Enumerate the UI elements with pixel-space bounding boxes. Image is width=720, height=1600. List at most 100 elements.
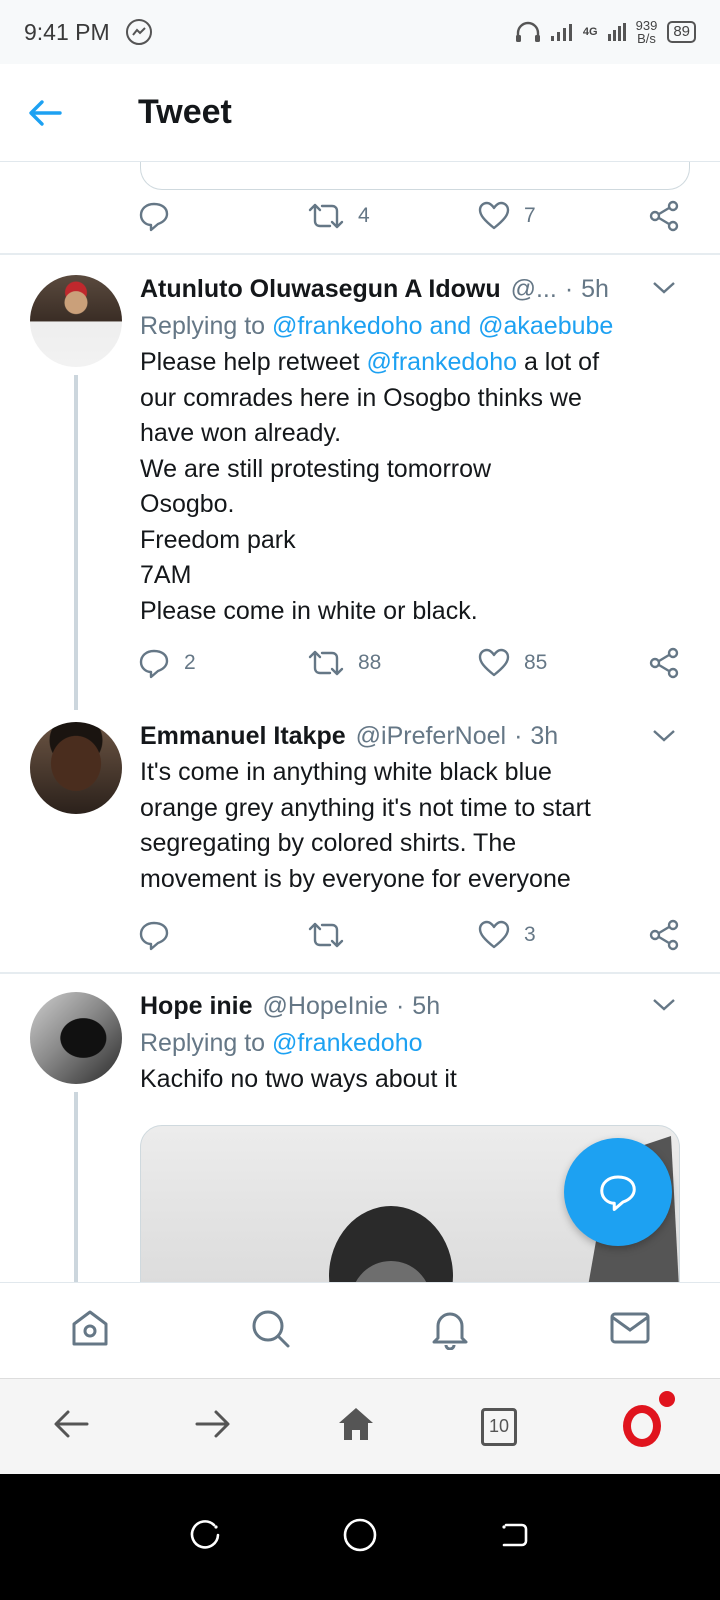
author-handle[interactable]: @iPreferNoel [356, 722, 506, 751]
retweet-button[interactable] [308, 920, 478, 950]
notification-dot [659, 1390, 675, 1407]
recents-icon [190, 1519, 220, 1549]
reply-bubble-icon [600, 1175, 636, 1211]
arrow-left-icon [54, 1410, 89, 1438]
back-system-icon [502, 1523, 528, 1546]
share-icon [649, 200, 679, 232]
chevron-down-icon[interactable] [652, 281, 676, 295]
back-button[interactable] [28, 99, 88, 127]
tweet-body: Hope inie @HopeInie · 5h Replying to @fr… [140, 992, 680, 1098]
speed-unit: B/s [637, 31, 656, 46]
thread-line [74, 375, 78, 710]
signal-icon [550, 24, 572, 41]
separator: · [514, 722, 523, 750]
share-icon [649, 647, 679, 679]
separator: · [395, 992, 405, 1020]
tweet[interactable]: Emmanuel Itakpe @iPreferNoel · 3h It's c… [0, 707, 720, 972]
tweet-age: 5h [412, 992, 441, 1020]
tweet-age: 3h [530, 722, 559, 750]
heart-icon [478, 201, 510, 230]
replying-handles[interactable]: @frankedoho and @akaebube [272, 312, 613, 340]
tweet-text: Please help retweet @frankedoho a lot of… [140, 345, 680, 629]
browser-forward-button[interactable] [195, 1409, 231, 1444]
tweet-actions: 3 [138, 919, 698, 951]
heart-icon [478, 920, 510, 949]
tabs-button[interactable]: 10 [481, 1407, 517, 1446]
main-tweet-actions: 4 7 [138, 200, 698, 232]
network-speed: 939 B/s [636, 19, 658, 45]
signal-icon-2 [607, 23, 626, 41]
tweet-meta: Atunluto Oluwasegun A Idowu @... · 5h [140, 275, 680, 304]
mention-link[interactable]: @frankedoho [367, 348, 517, 376]
system-nav-bar [0, 1474, 720, 1600]
opera-logo-icon [623, 1404, 661, 1447]
home-tab[interactable] [68, 1306, 112, 1355]
reply-icon [139, 921, 169, 951]
like-button[interactable]: 7 [478, 201, 648, 231]
tweet-text-part: Please help retweet [140, 348, 367, 376]
system-back-button[interactable] [498, 1519, 530, 1556]
search-icon [252, 1310, 290, 1348]
replying-handles[interactable]: @frankedoho [272, 1029, 422, 1057]
retweet-button[interactable]: 88 [308, 648, 478, 678]
tweet[interactable]: Atunluto Oluwasegun A Idowu @... · 5h Re… [0, 255, 720, 785]
bell-icon [432, 1312, 468, 1351]
compose-reply-button[interactable] [564, 1138, 672, 1246]
avatar[interactable] [30, 275, 122, 367]
author-handle[interactable]: @HopeInie [263, 992, 388, 1021]
avatar[interactable] [30, 722, 122, 814]
status-indicators: 4G 939 B/s 89 [515, 19, 696, 45]
browser-home-button[interactable] [337, 1406, 375, 1447]
twitter-bottom-nav [0, 1282, 720, 1378]
home-system-button[interactable] [342, 1517, 378, 1558]
opera-menu-button[interactable] [623, 1390, 675, 1449]
replying-to: Replying to @frankedoho [140, 1029, 680, 1058]
back-arrow-icon [29, 99, 62, 126]
chevron-down-icon[interactable] [652, 729, 676, 743]
status-bar: 9:41 PM 4G 939 B/s 89 [0, 0, 720, 64]
retweet-count: 4 [358, 204, 370, 227]
reply-icon [139, 202, 169, 232]
like-count: 85 [524, 651, 548, 674]
recent-apps-button[interactable] [190, 1519, 222, 1556]
like-count: 7 [524, 204, 536, 227]
thread-line [74, 1092, 78, 1308]
heart-icon [478, 648, 510, 677]
replying-label: Replying to [140, 1029, 266, 1057]
author-handle[interactable]: @... [511, 275, 557, 304]
tweet-meta: Hope inie @HopeInie · 5h [140, 992, 680, 1021]
chevron-down-icon[interactable] [652, 998, 676, 1012]
share-button[interactable] [648, 919, 680, 951]
headphones-icon [515, 21, 540, 42]
reply-button[interactable]: 2 [138, 647, 308, 679]
tweet-text: Kachifo no two ways about it [140, 1065, 457, 1093]
quoted-tweet-card[interactable] [140, 162, 690, 190]
messages-tab[interactable] [608, 1306, 652, 1355]
tweet-text-part: a lot of our comrades here in Osogbo thi… [140, 348, 600, 625]
author-name[interactable]: Atunluto Oluwasegun A Idowu [140, 275, 501, 304]
like-button[interactable]: 85 [478, 648, 648, 678]
search-tab[interactable] [248, 1306, 292, 1355]
retweet-icon [308, 922, 344, 948]
like-button[interactable]: 3 [478, 920, 648, 950]
tweet-age: 5h [581, 275, 609, 303]
avatar[interactable] [30, 992, 122, 1084]
tweet-body: Atunluto Oluwasegun A Idowu @... · 5h Re… [140, 275, 680, 629]
like-count: 3 [524, 923, 536, 946]
browser-back-button[interactable] [53, 1409, 89, 1444]
reply-button[interactable] [138, 200, 308, 232]
author-name[interactable]: Emmanuel Itakpe [140, 722, 346, 751]
reply-button[interactable] [138, 919, 308, 951]
tweet-text: It's come in anything white black blue o… [140, 758, 591, 893]
tab-count: 10 [488, 1416, 510, 1436]
browser-nav: 10 [0, 1378, 720, 1474]
notifications-tab[interactable] [428, 1306, 472, 1355]
share-button[interactable] [648, 647, 680, 679]
retweet-button[interactable]: 4 [308, 201, 478, 231]
page-title: Tweet [138, 93, 232, 131]
share-button[interactable] [648, 200, 680, 232]
messenger-icon [125, 19, 152, 45]
reply-count: 2 [184, 651, 196, 674]
author-name[interactable]: Hope inie [140, 992, 253, 1021]
replying-label: Replying to [140, 312, 266, 340]
